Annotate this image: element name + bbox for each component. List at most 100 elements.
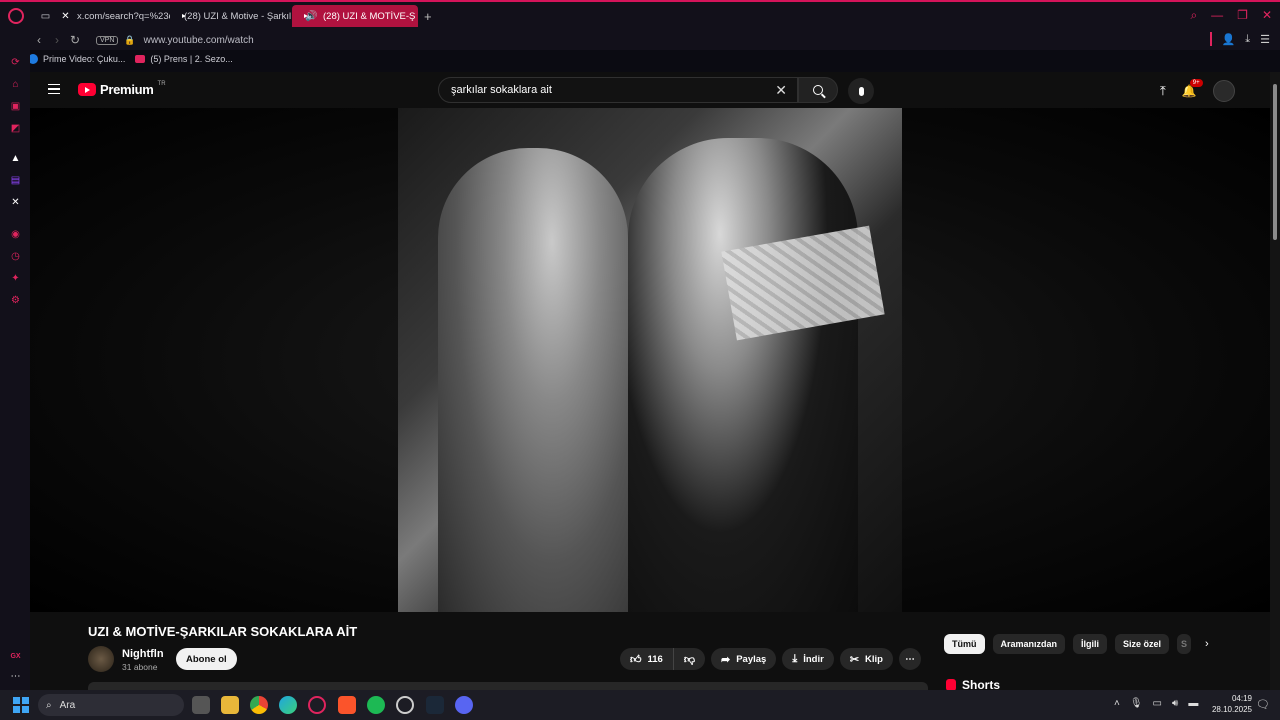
like-count: 116 bbox=[647, 653, 663, 665]
video-info: UZI & MOTİVE-ŞARKILAR SOKAKLARA AİT Nigh… bbox=[30, 612, 1270, 690]
page-scrollbar[interactable] bbox=[1270, 72, 1280, 690]
tab-x-search[interactable]: ✕ x.com/search?q=%23dep bbox=[52, 5, 170, 27]
spotify-icon[interactable] bbox=[367, 696, 385, 714]
video-player[interactable] bbox=[30, 108, 1270, 612]
chip-next[interactable]: S bbox=[1177, 634, 1192, 654]
microphone-icon[interactable]: 🎙︎ bbox=[1130, 698, 1143, 709]
scissors-icon: ✂ bbox=[849, 653, 860, 666]
bookmarks-bar: Prime Video: Çuku... (5) Prens | 2. Sezo… bbox=[28, 50, 233, 68]
time: 04:19 bbox=[1231, 694, 1252, 703]
network-icon[interactable]: ▭ bbox=[1153, 698, 1162, 709]
channel-name[interactable]: Nightfln bbox=[122, 648, 164, 660]
share-button[interactable]: ➦ Paylaş bbox=[711, 648, 777, 670]
like-dislike-group: 👍︎ 116 👎︎ bbox=[620, 648, 705, 670]
discord-icon[interactable] bbox=[455, 696, 473, 714]
music-player-icon[interactable]: ◉ bbox=[9, 228, 22, 241]
region-code: TR bbox=[157, 80, 166, 87]
tab-islands-icon[interactable]: ▭ bbox=[32, 5, 52, 27]
chip-for-you[interactable]: Size özel bbox=[1115, 634, 1170, 654]
clear-search-icon[interactable]: ✕ bbox=[775, 82, 787, 99]
steam-icon[interactable] bbox=[426, 696, 444, 714]
browser-sidebar: ⟳ ⌂ ▣ ◩ ▲ ▤ ✕ ◉ ◷ ✦ ⚙ GX ⋯ bbox=[0, 50, 30, 690]
youtube-logo[interactable]: Premium TR bbox=[78, 80, 166, 97]
share-label: Paylaş bbox=[736, 653, 767, 665]
download-button[interactable]: ⤓ İndir bbox=[782, 648, 834, 670]
tab-label: x.com/search?q=%23dep bbox=[77, 10, 170, 22]
opera-menu-button[interactable] bbox=[0, 1, 32, 31]
vpn-badge[interactable]: VPN bbox=[96, 35, 119, 45]
chevron-up-icon[interactable]: ˄ bbox=[1114, 698, 1120, 709]
header-actions: ⤒ 🔔 9+ bbox=[1160, 79, 1235, 102]
edge-icon[interactable] bbox=[279, 696, 297, 714]
clock[interactable]: 04:19 28.10.2025 bbox=[1210, 693, 1252, 715]
taskbar-search[interactable]: ⌕ Ara bbox=[38, 694, 184, 716]
new-tab-button[interactable]: + bbox=[418, 9, 438, 24]
chatgpt-icon[interactable] bbox=[396, 696, 414, 714]
subscribe-button[interactable]: Abone ol bbox=[176, 648, 237, 670]
shorts-heading: Shorts bbox=[946, 678, 1000, 690]
chip-all[interactable]: Tümü bbox=[944, 634, 985, 654]
like-button[interactable]: 👍︎ 116 bbox=[620, 648, 674, 670]
lock-icon[interactable]: 🔒 bbox=[124, 35, 135, 46]
extensions-icon[interactable]: ✦ bbox=[9, 272, 22, 285]
history-icon[interactable]: ◷ bbox=[9, 250, 22, 263]
more-icon[interactable]: ⋯ bbox=[9, 670, 22, 683]
easy-setup-icon[interactable]: ☰ bbox=[1260, 33, 1270, 46]
player-icon[interactable]: ◩ bbox=[9, 122, 22, 135]
more-actions-button[interactable]: ⋯ bbox=[898, 648, 921, 670]
search-icon: ⌕ bbox=[46, 699, 52, 711]
minimize-icon[interactable]: — bbox=[1211, 8, 1223, 23]
opera-gx-icon[interactable] bbox=[308, 696, 326, 714]
search-tabs-icon[interactable]: ⌕ bbox=[1190, 8, 1197, 23]
tab-youtube-1[interactable]: (28) UZI & Motive - Şarkıl bbox=[170, 5, 292, 27]
voice-search-button[interactable] bbox=[848, 78, 874, 104]
search-button[interactable] bbox=[798, 77, 838, 103]
tab-youtube-active[interactable]: 🔊 (28) UZI & MOTİVE-Ş bbox=[292, 5, 418, 27]
tab-label: (28) UZI & MOTİVE-Ş bbox=[323, 10, 416, 22]
file-explorer-icon[interactable] bbox=[221, 696, 239, 714]
download-icon[interactable]: ⤓ bbox=[1245, 33, 1250, 46]
avatar[interactable] bbox=[1212, 80, 1235, 102]
aria-icon[interactable]: ▲ bbox=[9, 152, 22, 165]
close-icon[interactable]: ✕ bbox=[1262, 8, 1272, 23]
description-box[interactable] bbox=[88, 682, 928, 690]
bookmark-prens[interactable]: (5) Prens | 2. Sezo... bbox=[135, 54, 233, 64]
dislike-button[interactable]: 👎︎ bbox=[673, 648, 705, 670]
notifications-button[interactable]: 🔔 9+ bbox=[1182, 79, 1203, 98]
channel-avatar[interactable] bbox=[88, 646, 114, 672]
clip-button[interactable]: ✂ Klip bbox=[839, 648, 893, 670]
volume-icon[interactable]: 🔊︎ bbox=[1172, 698, 1178, 709]
url-field[interactable]: www.youtube.com/watch bbox=[144, 35, 254, 46]
messenger-icon[interactable]: ▣ bbox=[9, 100, 22, 113]
scrollbar-thumb[interactable] bbox=[1273, 84, 1277, 240]
gx-corner-icon[interactable]: ⌂ bbox=[9, 78, 22, 91]
youtube-header: Premium TR şarkılar sokaklara ait ✕ ⤒ 🔔 9… bbox=[30, 72, 1270, 108]
reload-icon[interactable]: ↻ bbox=[66, 33, 84, 47]
bookmark-prime-video[interactable]: Prime Video: Çuku... bbox=[28, 54, 125, 64]
subscriber-count: 31 abone bbox=[122, 662, 158, 672]
menu-icon[interactable] bbox=[48, 84, 60, 94]
x-icon[interactable]: ✕ bbox=[9, 196, 22, 209]
maximize-icon[interactable]: ❐ bbox=[1237, 8, 1248, 23]
profile-icon[interactable]: 👤 bbox=[1222, 33, 1236, 46]
chip-from-search[interactable]: Aramanızdan bbox=[992, 634, 1066, 654]
upload-icon[interactable]: ⤒ bbox=[1160, 83, 1166, 99]
twitch-icon[interactable]: ▤ bbox=[9, 174, 22, 187]
brave-icon[interactable] bbox=[338, 696, 356, 714]
notification-center-icon[interactable]: 🗨︎ bbox=[1256, 698, 1270, 711]
chevron-right-icon[interactable]: › bbox=[1205, 638, 1209, 650]
youtube-page: Premium TR şarkılar sokaklara ait ✕ ⤒ 🔔 9… bbox=[30, 72, 1270, 690]
settings-icon[interactable]: ⚙ bbox=[9, 294, 22, 307]
logo-text: Premium bbox=[100, 82, 154, 97]
task-view-icon[interactable] bbox=[192, 696, 210, 714]
search-input[interactable]: şarkılar sokaklara ait ✕ bbox=[438, 77, 798, 103]
taskbar-search-placeholder: Ara bbox=[59, 699, 76, 711]
forward-icon[interactable]: › bbox=[48, 33, 66, 47]
chrome-icon[interactable] bbox=[250, 696, 268, 714]
video-title: UZI & MOTİVE-ŞARKILAR SOKAKLARA AİT bbox=[88, 624, 358, 639]
battery-icon[interactable]: ▬ bbox=[1188, 698, 1198, 709]
back-icon[interactable]: ‹ bbox=[30, 33, 48, 47]
chip-related[interactable]: İlgili bbox=[1073, 634, 1108, 654]
gx-control-icon[interactable]: ⟳ bbox=[9, 56, 22, 69]
windows-start-icon[interactable] bbox=[13, 697, 29, 713]
